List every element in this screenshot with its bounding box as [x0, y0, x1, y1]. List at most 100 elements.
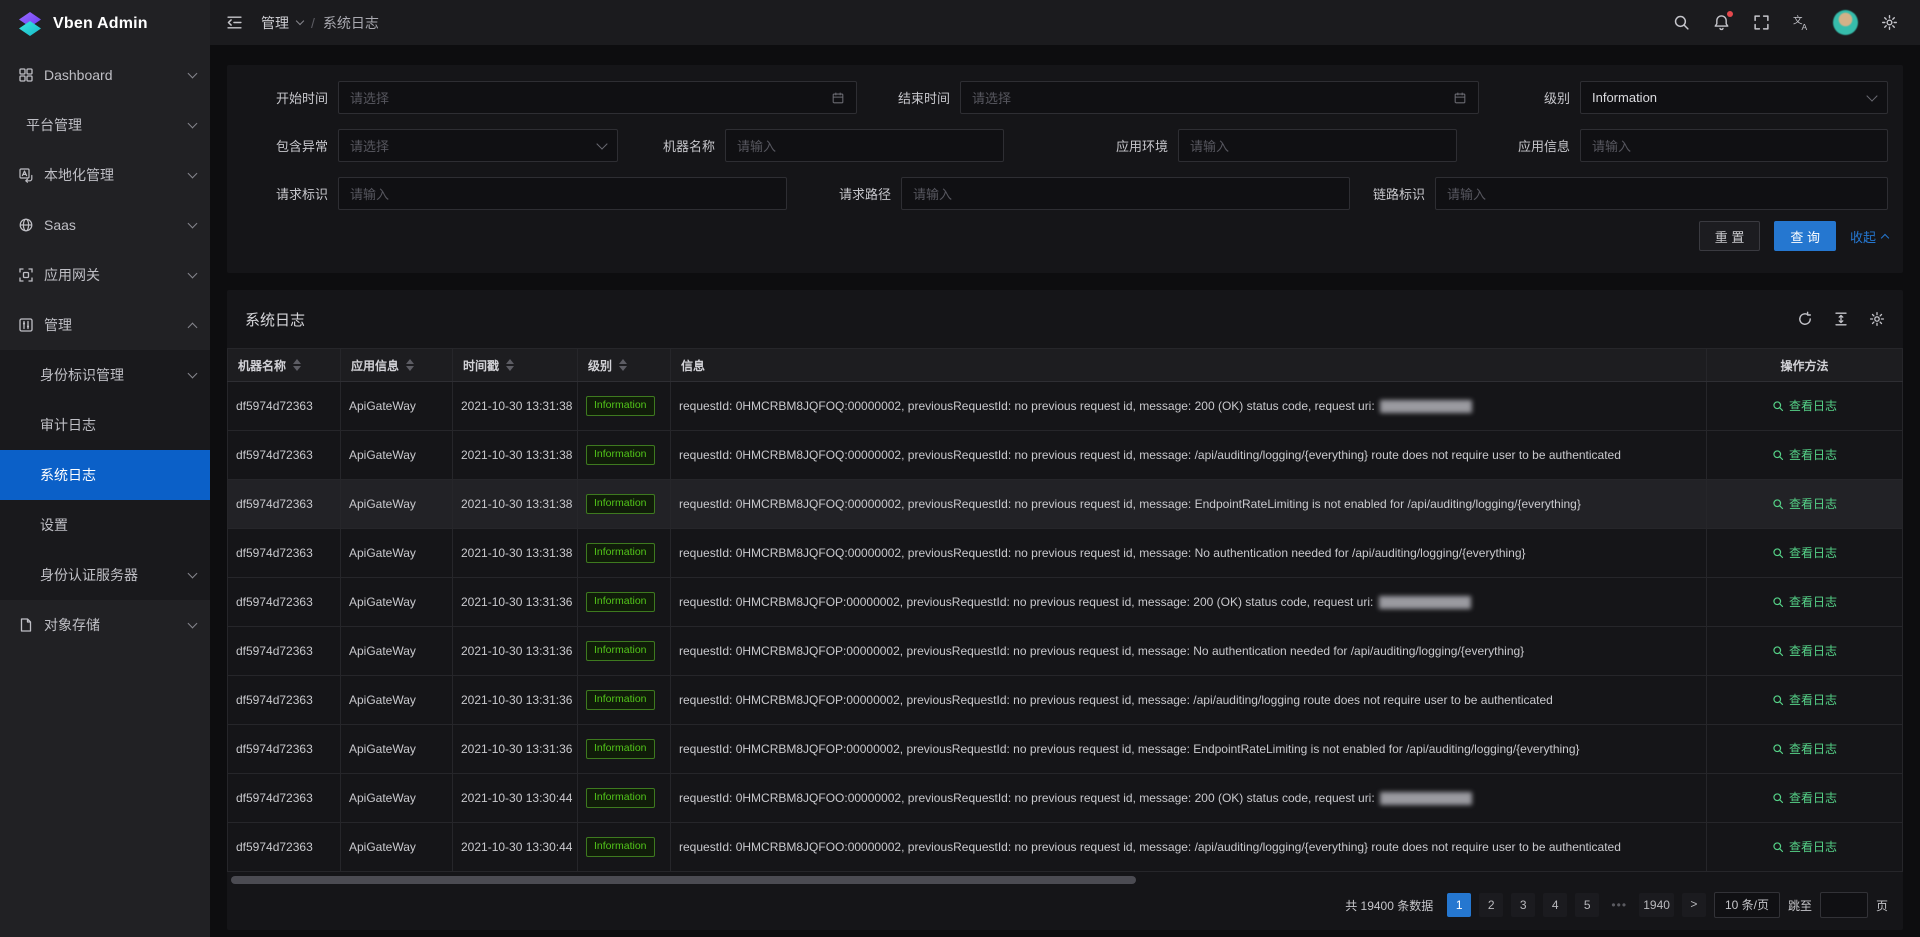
table-row[interactable]: df5974d72363 ApiGateWay 2021-10-30 13:31…	[228, 382, 1903, 431]
sidebar-item[interactable]: 管理	[0, 300, 210, 350]
view-log-link[interactable]: 查看日志	[1772, 838, 1837, 855]
table-row[interactable]: df5974d72363 ApiGateWay 2021-10-30 13:31…	[228, 431, 1903, 480]
cell-machine: df5974d72363	[228, 480, 341, 529]
view-log-link[interactable]: 查看日志	[1772, 691, 1837, 708]
view-log-link[interactable]: 查看日志	[1772, 642, 1837, 659]
chevron-up-icon	[1881, 234, 1889, 242]
page-button[interactable]: 1940	[1639, 893, 1674, 917]
cell-level: Information	[578, 676, 671, 725]
filter-field-control[interactable]: 请输入	[901, 177, 1350, 210]
table-row[interactable]: df5974d72363 ApiGateWay 2021-10-30 13:31…	[228, 529, 1903, 578]
page-button[interactable]: •••	[1607, 893, 1631, 917]
filter-field: 链路标识 请输入	[1341, 177, 1888, 210]
app-title: Vben Admin	[53, 15, 148, 33]
page-button[interactable]: 3	[1511, 893, 1535, 917]
total-count: 共 19400 条数据	[1345, 897, 1433, 914]
filter-field-control[interactable]: 请选择	[338, 129, 618, 162]
table-row[interactable]: df5974d72363 ApiGateWay 2021-10-30 13:30…	[228, 774, 1903, 823]
sidebar-item[interactable]: 应用网关	[0, 250, 210, 300]
level-tag: Information	[586, 837, 655, 857]
cell-actions: 查看日志	[1707, 725, 1903, 774]
horizontal-scrollbar	[227, 875, 1903, 885]
column-header[interactable]: 时间戳	[453, 349, 578, 382]
filter-field-value: Information	[1592, 90, 1868, 105]
page-button[interactable]: 5	[1575, 893, 1599, 917]
gateway-icon	[18, 267, 34, 283]
column-header[interactable]: 操作方法	[1707, 349, 1903, 382]
table-row[interactable]: df5974d72363 ApiGateWay 2021-10-30 13:30…	[228, 823, 1903, 872]
sort-icon[interactable]	[406, 359, 414, 371]
table-row[interactable]: df5974d72363 ApiGateWay 2021-10-30 13:31…	[228, 480, 1903, 529]
settings-gear-icon[interactable]	[1881, 14, 1898, 31]
sidebar-item-label: 本地化管理	[44, 165, 189, 185]
filter-field-control[interactable]: 请选择	[960, 81, 1479, 114]
filter-field-control[interactable]: Information	[1580, 81, 1888, 114]
sidebar-item[interactable]: 系统日志	[0, 450, 210, 500]
breadcrumb-root[interactable]: 管理	[261, 13, 289, 33]
message-text: requestId: 0HMCRBM8JQFOQ:00000002, previ…	[679, 546, 1526, 560]
sidebar-item[interactable]: 审计日志	[0, 400, 210, 450]
view-log-link[interactable]: 查看日志	[1772, 740, 1837, 757]
next-page-button[interactable]: >	[1682, 893, 1706, 917]
column-header[interactable]: 级别	[578, 349, 671, 382]
filter-field-control[interactable]: 请输入	[338, 177, 787, 210]
page-size-select[interactable]: 10 条/页	[1714, 892, 1780, 918]
filter-field-control[interactable]: 请输入	[1178, 129, 1457, 162]
page-button[interactable]: 1	[1447, 893, 1471, 917]
sort-icon[interactable]	[619, 359, 627, 371]
logo[interactable]: Vben Admin	[0, 0, 210, 48]
table-row[interactable]: df5974d72363 ApiGateWay 2021-10-30 13:31…	[228, 676, 1903, 725]
table-row[interactable]: df5974d72363 ApiGateWay 2021-10-30 13:31…	[228, 627, 1903, 676]
sort-icon[interactable]	[293, 359, 301, 371]
sidebar-item[interactable]: 平台管理	[0, 100, 210, 150]
cell-level: Information	[578, 578, 671, 627]
magnifier-icon	[1772, 792, 1784, 804]
sidebar-item-label: 设置	[40, 515, 196, 535]
row-height-icon[interactable]	[1833, 311, 1849, 327]
table-row[interactable]: df5974d72363 ApiGateWay 2021-10-30 13:31…	[228, 578, 1903, 627]
column-header[interactable]: 信息	[671, 349, 1707, 382]
column-header[interactable]: 应用信息	[341, 349, 453, 382]
search-button[interactable]: 查 询	[1774, 221, 1836, 251]
search-icon[interactable]	[1673, 14, 1690, 31]
sidebar-item[interactable]: 设置	[0, 500, 210, 550]
translate-icon[interactable]: 文A	[1793, 14, 1810, 31]
cell-level: Information	[578, 480, 671, 529]
view-log-link[interactable]: 查看日志	[1772, 397, 1837, 414]
avatar[interactable]	[1833, 10, 1858, 35]
filter-field-value: 请选择	[350, 136, 598, 155]
sidebar-item[interactable]: 本地化管理	[0, 150, 210, 200]
sidebar-item[interactable]: Saas	[0, 200, 210, 250]
reset-button[interactable]: 重 置	[1699, 221, 1761, 251]
collapse-link[interactable]: 收起	[1850, 227, 1888, 246]
sidebar-item[interactable]: 身份认证服务器	[0, 550, 210, 600]
sort-icon[interactable]	[506, 359, 514, 371]
filter-field-control[interactable]: 请选择	[338, 81, 857, 114]
view-log-link[interactable]: 查看日志	[1772, 446, 1837, 463]
level-tag: Information	[586, 641, 655, 661]
view-log-link[interactable]: 查看日志	[1772, 544, 1837, 561]
view-log-link[interactable]: 查看日志	[1772, 789, 1837, 806]
cell-message: requestId: 0HMCRBM8JQFOQ:00000002, previ…	[671, 382, 1707, 431]
page-button[interactable]: 2	[1479, 893, 1503, 917]
jump-page-input[interactable]	[1820, 892, 1868, 918]
view-log-label: 查看日志	[1789, 642, 1837, 659]
refresh-icon[interactable]	[1797, 311, 1813, 327]
column-header[interactable]: 机器名称	[228, 349, 341, 382]
sidebar-item[interactable]: Dashboard	[0, 50, 210, 100]
view-log-link[interactable]: 查看日志	[1772, 593, 1837, 610]
notification-bell-icon[interactable]	[1713, 14, 1730, 31]
svg-text:A: A	[1802, 22, 1808, 31]
menu-fold-icon[interactable]	[226, 14, 243, 31]
view-log-link[interactable]: 查看日志	[1772, 495, 1837, 512]
filter-field-control[interactable]: 请输入	[725, 129, 1004, 162]
settings-gear-icon[interactable]	[1869, 311, 1885, 327]
filter-field-control[interactable]: 请输入	[1580, 129, 1888, 162]
table-row[interactable]: df5974d72363 ApiGateWay 2021-10-30 13:31…	[228, 725, 1903, 774]
filter-field-control[interactable]: 请输入	[1435, 177, 1888, 210]
sidebar-item[interactable]: 身份标识管理	[0, 350, 210, 400]
page-button[interactable]: 4	[1543, 893, 1567, 917]
fullscreen-icon[interactable]	[1753, 14, 1770, 31]
scrollbar-thumb[interactable]	[231, 876, 1136, 884]
sidebar-item[interactable]: 对象存储	[0, 600, 210, 650]
